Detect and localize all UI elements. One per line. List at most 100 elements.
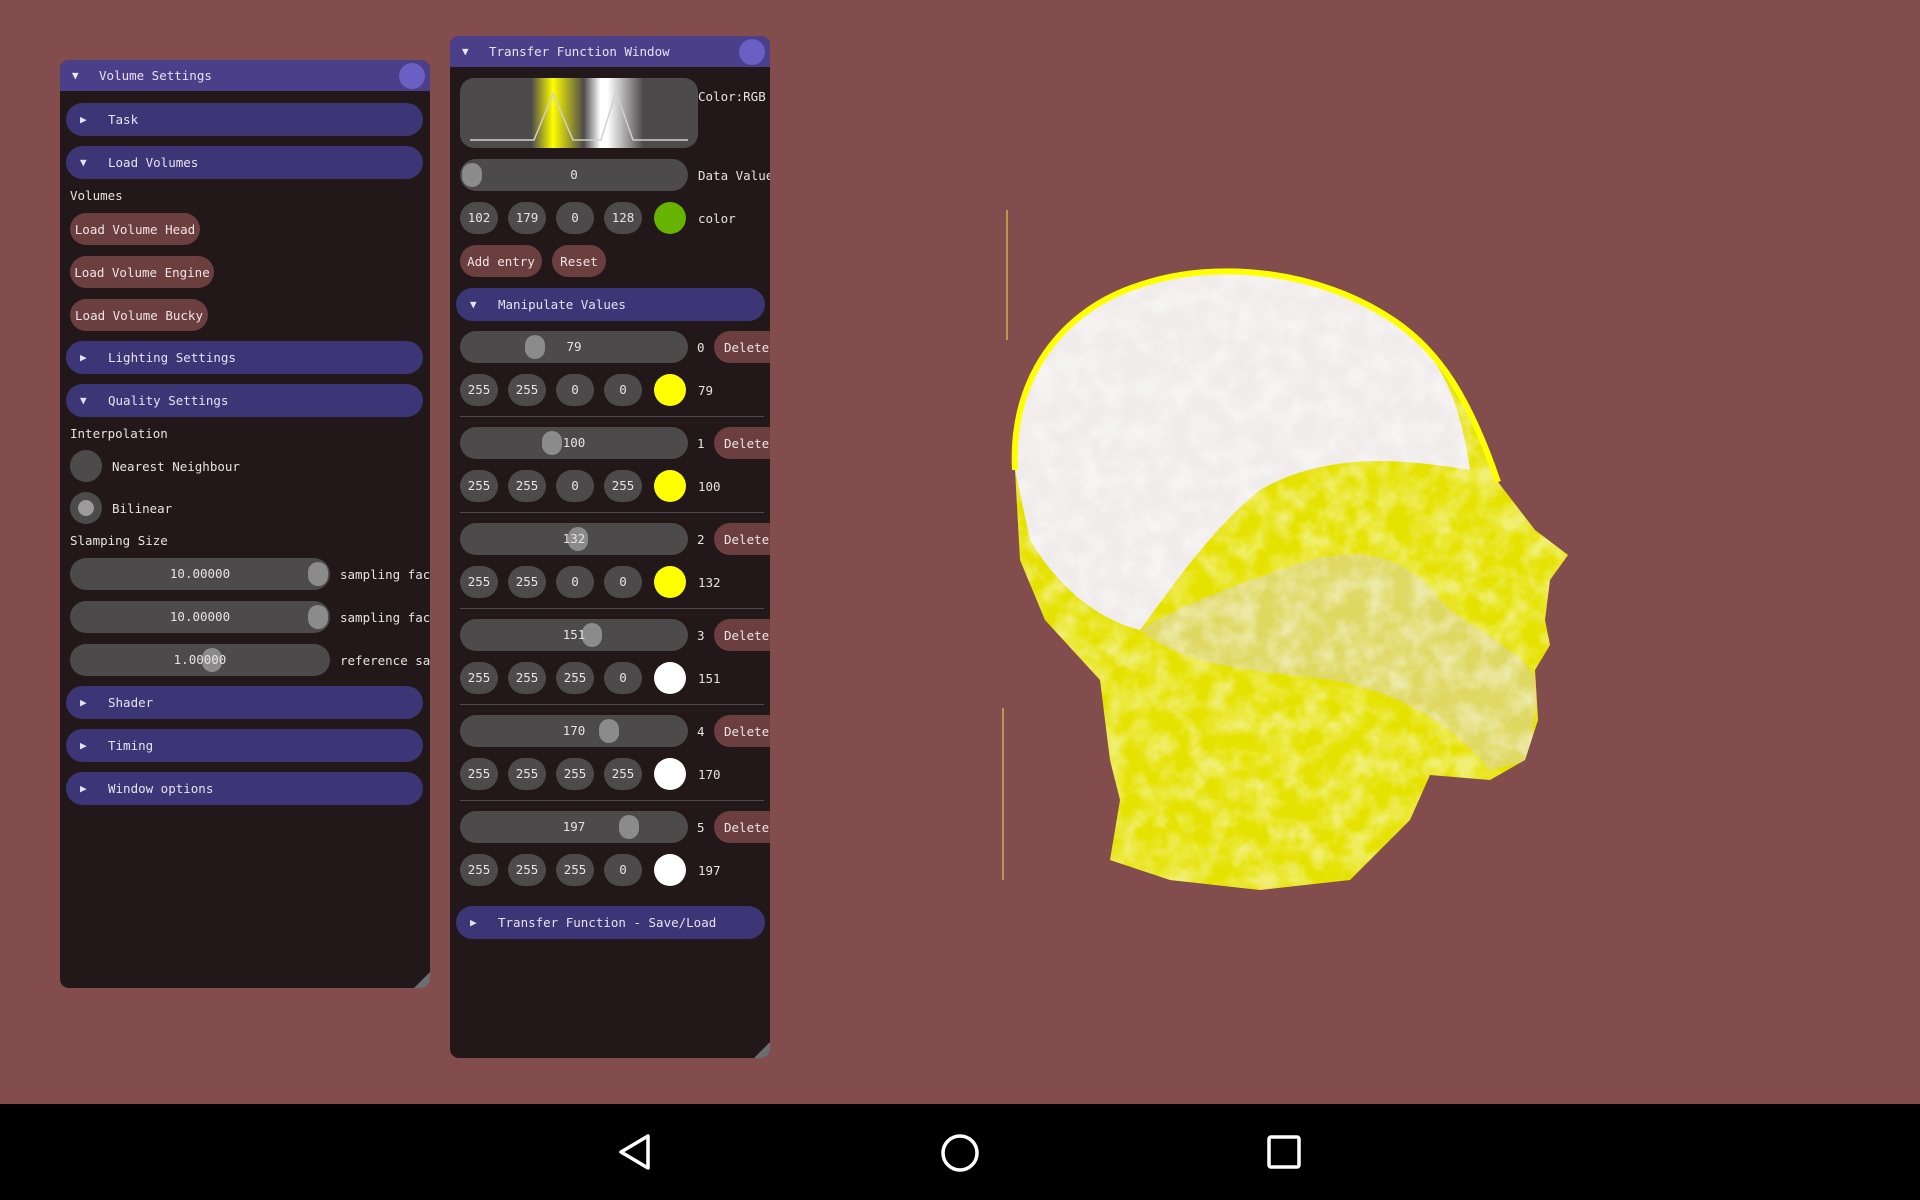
sampling-factor-slider-2[interactable]: 10.00000 (70, 601, 330, 633)
slider-value: 79 (566, 339, 582, 354)
transfer-function-preview[interactable] (460, 78, 698, 148)
section-load-volumes[interactable]: ▼ Load Volumes (66, 146, 423, 179)
entry-color-g[interactable]: 255 (508, 470, 546, 502)
sampling-factor-label-1: sampling fac (340, 567, 430, 582)
head-volume (1014, 271, 1569, 890)
slider-value: 132 (562, 531, 586, 546)
entry-color-a[interactable]: 0 (604, 854, 642, 886)
collapse-arrow-icon: ▼ (470, 298, 477, 311)
entry-value-slider[interactable]: 132 (460, 523, 688, 555)
load-volume-bucky-button[interactable]: Load Volume Bucky (70, 299, 208, 331)
entry-color-b[interactable]: 255 (556, 854, 594, 886)
entry-value-slider[interactable]: 170 (460, 715, 688, 747)
delete-entry-button[interactable]: Delete (714, 715, 770, 747)
volume-settings-title-bar[interactable]: ▼ Volume Settings (60, 60, 430, 91)
entry-color-a[interactable]: 0 (604, 662, 642, 694)
entry-color-swatch[interactable] (654, 662, 686, 694)
resize-grip[interactable] (754, 1042, 770, 1058)
section-window-options[interactable]: ▶ Window options (66, 772, 423, 805)
delete-entry-button[interactable]: Delete (714, 331, 770, 363)
entry-color-swatch[interactable] (654, 566, 686, 598)
section-quality-settings[interactable]: ▼ Quality Settings (66, 384, 423, 417)
entry-value-slider[interactable]: 151 (460, 619, 688, 651)
entry-value-slider[interactable]: 197 (460, 811, 688, 843)
entry-color-b[interactable]: 255 (556, 662, 594, 694)
entry-color-swatch[interactable] (654, 854, 686, 886)
entry-color-g[interactable]: 255 (508, 374, 546, 406)
entry-color-r[interactable]: 255 (460, 854, 498, 886)
entry-value-label: 151 (698, 671, 721, 686)
recents-icon[interactable] (1266, 1134, 1302, 1170)
new-color-a[interactable]: 128 (604, 202, 642, 234)
entry-index: 1 (697, 436, 705, 451)
entry-color-g[interactable]: 255 (508, 566, 546, 598)
entry-value-slider[interactable]: 100 (460, 427, 688, 459)
delete-entry-button[interactable]: Delete (714, 619, 770, 651)
window-title: Transfer Function Window (489, 44, 670, 59)
entry-value-label: 170 (698, 767, 721, 782)
new-color-g[interactable]: 179 (508, 202, 546, 234)
delete-entry-button[interactable]: Delete (714, 523, 770, 555)
entry-color-r[interactable]: 255 (460, 470, 498, 502)
entry-color-r[interactable]: 255 (460, 758, 498, 790)
entry-color-g[interactable]: 255 (508, 854, 546, 886)
entry-color-b[interactable]: 0 (556, 374, 594, 406)
entry-value-label: 132 (698, 575, 721, 590)
window-close-button[interactable] (399, 63, 425, 89)
entry-color-r[interactable]: 255 (460, 374, 498, 406)
collapse-arrow-icon[interactable]: ▼ (72, 69, 82, 82)
section-lighting-settings[interactable]: ▶ Lighting Settings (66, 341, 423, 374)
section-timing[interactable]: ▶ Timing (66, 729, 423, 762)
entry-color-swatch[interactable] (654, 470, 686, 502)
window-title: Volume Settings (99, 68, 212, 83)
entry-color-g[interactable]: 255 (508, 758, 546, 790)
entry-color-b[interactable]: 255 (556, 758, 594, 790)
collapse-arrow-icon[interactable]: ▼ (462, 45, 472, 58)
entry-color-swatch[interactable] (654, 374, 686, 406)
entry-color-r[interactable]: 255 (460, 566, 498, 598)
load-volume-engine-button[interactable]: Load Volume Engine (70, 256, 214, 288)
transfer-function-curve (470, 89, 688, 141)
transfer-function-title-bar[interactable]: ▼ Transfer Function Window (450, 36, 770, 67)
expand-arrow-icon: ▶ (80, 696, 87, 709)
sampling-size-label: Slamping Size (70, 533, 168, 548)
expand-arrow-icon: ▶ (80, 113, 87, 126)
new-color-swatch[interactable] (654, 202, 686, 234)
entry-color-r[interactable]: 255 (460, 662, 498, 694)
data-value-label: Data Value (698, 168, 770, 183)
entry-color-a[interactable]: 255 (604, 758, 642, 790)
entry-color-a[interactable]: 0 (604, 374, 642, 406)
home-icon[interactable] (939, 1132, 981, 1174)
load-volume-head-button[interactable]: Load Volume Head (70, 213, 200, 245)
volume-render-head[interactable] (990, 200, 1590, 900)
back-icon[interactable] (615, 1132, 655, 1172)
entry-color-g[interactable]: 255 (508, 662, 546, 694)
add-entry-button[interactable]: Add entry (460, 245, 542, 277)
entry-value-label: 197 (698, 863, 721, 878)
entry-color-b[interactable]: 0 (556, 566, 594, 598)
window-close-button[interactable] (739, 39, 765, 65)
section-manipulate-values[interactable]: ▼ Manipulate Values (456, 288, 765, 321)
reference-sampling-slider[interactable]: 1.00000 (70, 644, 330, 676)
expand-arrow-icon: ▶ (80, 782, 87, 795)
new-color-r[interactable]: 102 (460, 202, 498, 234)
delete-entry-button[interactable]: Delete (714, 811, 770, 843)
entry-color-a[interactable]: 0 (604, 566, 642, 598)
radio-nearest-neighbour[interactable] (70, 450, 102, 482)
new-color-b[interactable]: 0 (556, 202, 594, 234)
resize-grip[interactable] (414, 972, 430, 988)
entry-value-slider[interactable]: 79 (460, 331, 688, 363)
section-label: Shader (108, 695, 154, 710)
entry-color-a[interactable]: 255 (604, 470, 642, 502)
entry-color-swatch[interactable] (654, 758, 686, 790)
reset-button[interactable]: Reset (552, 245, 606, 277)
data-value-slider[interactable]: 0 (460, 159, 688, 191)
entry-color-b[interactable]: 0 (556, 470, 594, 502)
section-label: Window options (108, 781, 214, 796)
section-save-load[interactable]: ▶ Transfer Function - Save/Load (456, 906, 765, 939)
delete-entry-button[interactable]: Delete (714, 427, 770, 459)
sampling-factor-slider-1[interactable]: 10.00000 (70, 558, 330, 590)
section-shader[interactable]: ▶ Shader (66, 686, 423, 719)
radio-bilinear[interactable] (70, 492, 102, 524)
section-task[interactable]: ▶ Task (66, 103, 423, 136)
